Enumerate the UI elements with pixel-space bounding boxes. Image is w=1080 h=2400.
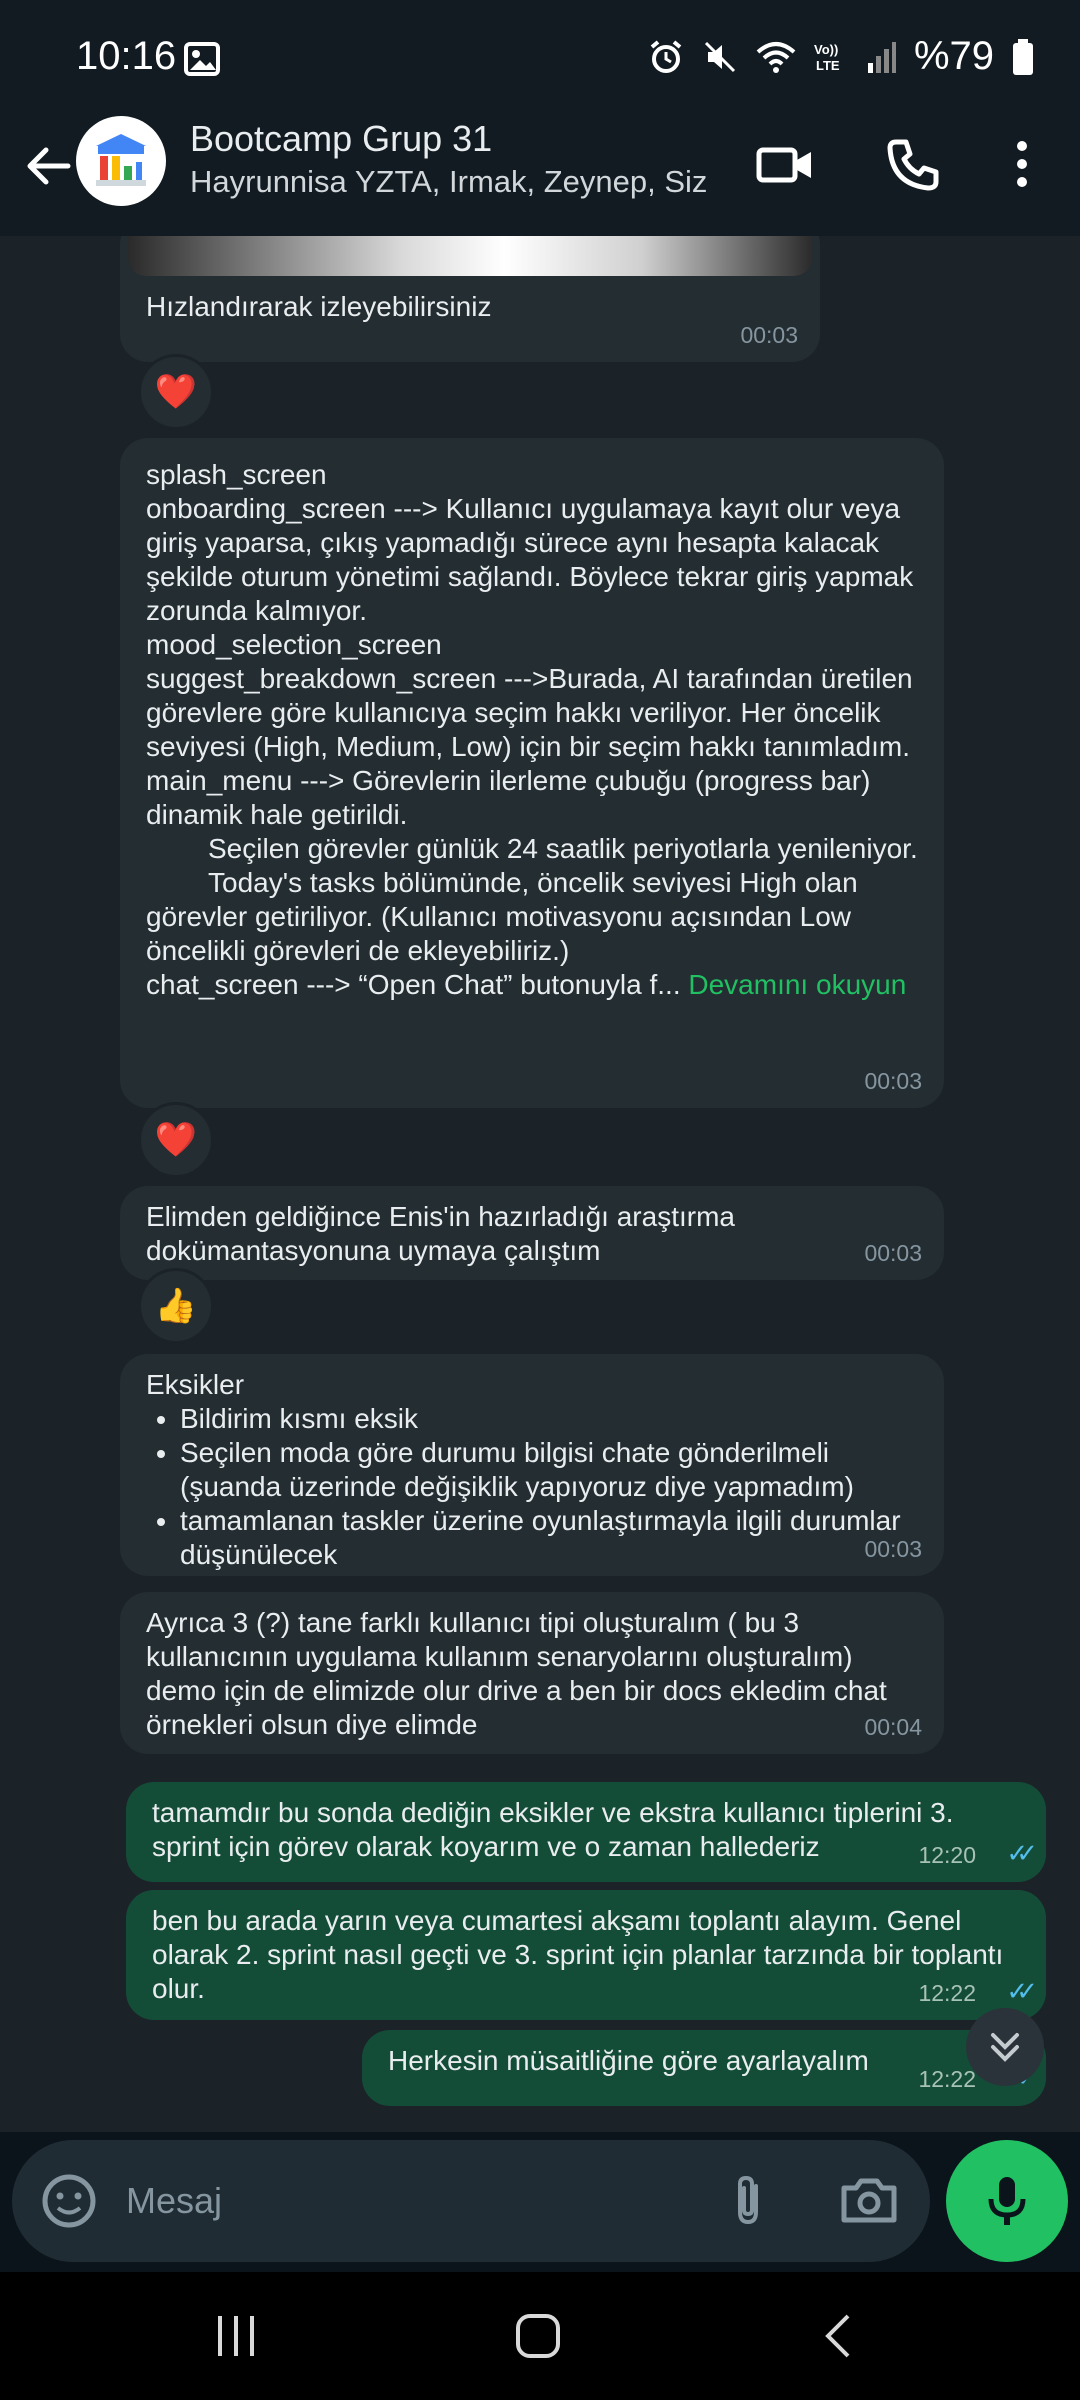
reaction-badge[interactable]: ❤️ [138,1102,214,1178]
message-line: suggest_breakdown_screen --->Burada, AI … [146,663,913,762]
svg-text:LTE: LTE [816,58,840,73]
message-bubble[interactable]: Ayrıca 3 (?) tane farklı kullanıcı tipi … [120,1592,944,1754]
message-text: Hızlandırarak izleyebilirsiniz [146,291,492,322]
chat-header: Bootcamp Grup 31 Hayrunnisa YZTA, Irmak,… [0,112,1080,236]
message-input-box[interactable]: Mesaj [12,2140,930,2262]
thumbs-up-reaction: 👍 [154,1287,198,1325]
message-time: 12:22 [918,1980,976,2006]
voice-message-button[interactable] [946,2140,1068,2262]
message-time: 00:03 [864,1068,922,1094]
scroll-to-bottom-button[interactable] [966,2008,1044,2086]
message-text: tamamdır bu sonda dediğin eksikler ve ek… [152,1797,954,1862]
message-bubble[interactable]: splash_screen onboarding_screen ---> Kul… [120,438,944,1108]
video-thumbnail[interactable] [128,236,812,276]
message-time: 00:03 [864,1240,922,1266]
gallery-notification-icon [184,42,220,76]
bullet-item: Bildirim kısmı eksik [180,1402,918,1436]
status-icons: Vo)) LTE %79 [648,34,1034,79]
camera-icon[interactable] [838,2170,900,2230]
wifi-icon [756,41,796,73]
voice-call-icon[interactable] [882,134,942,194]
message-input[interactable]: Mesaj [126,2180,222,2222]
microphone-icon [988,2177,1026,2225]
double-chevron-down-icon [991,2033,1019,2062]
svg-text:Vo)): Vo)) [814,42,838,57]
heart-reaction: ❤️ [154,1121,198,1159]
message-time: 00:03 [740,322,798,348]
heart-reaction: ❤️ [154,373,198,411]
group-avatar[interactable] [76,116,166,206]
back-arrow-icon[interactable] [20,138,76,194]
read-receipt-icon: ✓✓ [1006,1838,1037,1868]
message-text: ben bu arada yarın veya cumartesi akşamı… [152,1905,1004,2004]
reaction-badge[interactable]: ❤️ [138,354,214,430]
back-nav-icon[interactable] [810,2310,870,2362]
bullet-item: Seçilen moda göre durumu bilgisi chate g… [180,1436,918,1504]
message-line: main_menu ---> Görevlerin ilerleme çubuğ… [146,765,871,830]
battery-percent: %79 [913,34,994,78]
volte-lte-icon: Vo))LTE [814,42,840,73]
group-members[interactable]: Hayrunnisa YZTA, Irmak, Zeynep, Siz [190,164,720,200]
message-list[interactable]: Hızlandırarak izleyebilirsiniz 00:03 ❤️ … [0,236,1080,2132]
message-line: splash_screen [146,459,327,490]
message-bubble[interactable]: Eksikler Bildirim kısmı eksik Seçilen mo… [120,1354,944,1576]
message-line: Seçilen görevler günlük 24 saatlik periy… [208,833,918,864]
message-bubble[interactable]: Hızlandırarak izleyebilirsiniz 00:03 [120,236,820,362]
message-text: Elimden geldiğince Enis'in hazırladığı a… [146,1201,735,1266]
group-title[interactable]: Bootcamp Grup 31 [190,118,492,160]
signal-icon [867,41,896,73]
outgoing-message-bubble[interactable]: Herkesin müsaitliğine göre ayarlayalım 1… [362,2030,1046,2106]
message-time: 12:20 [918,1842,976,1868]
attach-paperclip-icon[interactable] [718,2170,778,2230]
composer: Mesaj [0,2132,1080,2272]
reaction-badge[interactable]: 👍 [138,1268,214,1344]
message-line: mood_selection_screen [146,629,442,660]
message-line: chat_screen ---> “Open Chat” butonuyla f… [146,969,681,1000]
read-more-link[interactable]: Devamını okuyun [688,969,906,1000]
status-time: 10:16 [76,34,177,78]
bullet-item: tamamlanan taskler üzerine oyunlaştırmay… [180,1504,918,1572]
group-logo-icon [96,134,146,186]
home-icon[interactable] [508,2310,568,2362]
message-time: 00:03 [864,1536,922,1562]
battery-icon [1013,38,1033,75]
mute-icon [704,41,735,72]
outgoing-message-bubble[interactable]: ben bu arada yarın veya cumartesi akşamı… [126,1890,1046,2020]
status-bar: 10:16 Vo)) LTE %79 [0,0,1080,112]
more-options-icon[interactable] [992,134,1052,194]
message-title: Eksikler [146,1369,245,1400]
message-line: Today's tasks bölümünde, öncelik seviyes… [146,867,858,966]
sticker-emoji-icon[interactable] [40,2172,98,2230]
read-receipt-icon: ✓✓ [1006,1976,1037,2006]
message-time: 12:22 [918,2066,976,2092]
message-text: Ayrıca 3 (?) tane farklı kullanıcı tipi … [146,1607,887,1740]
recent-apps-icon[interactable] [206,2310,266,2362]
message-line: onboarding_screen ---> Kullanıcı uygulam… [146,493,914,626]
message-bubble[interactable]: Elimden geldiğince Enis'in hazırladığı a… [120,1186,944,1280]
outgoing-message-bubble[interactable]: tamamdır bu sonda dediğin eksikler ve ek… [126,1782,1046,1882]
alarm-icon [650,39,682,73]
system-navigation-bar [0,2272,1080,2400]
message-time: 00:04 [864,1714,922,1740]
bullet-list: Bildirim kısmı eksik Seçilen moda göre d… [146,1402,918,1572]
video-call-icon[interactable] [755,134,815,194]
